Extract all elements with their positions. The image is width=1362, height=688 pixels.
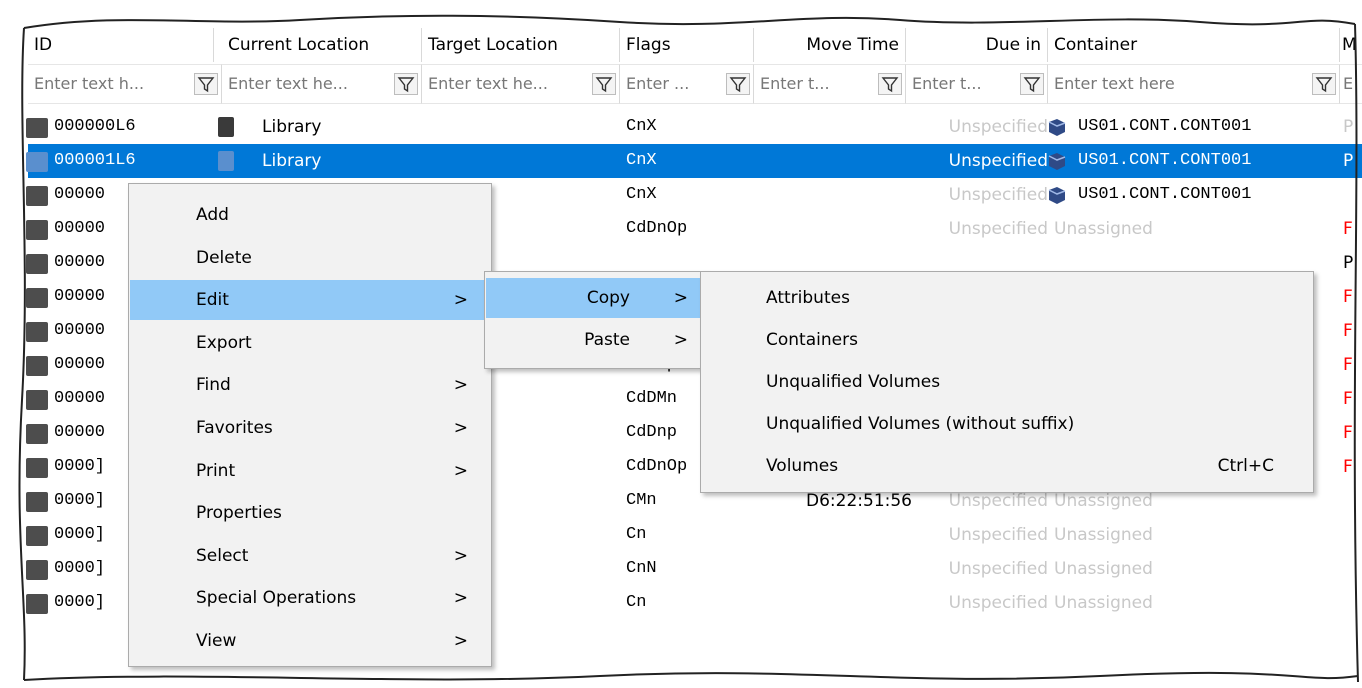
torn-edge-outline — [18, 14, 1359, 683]
